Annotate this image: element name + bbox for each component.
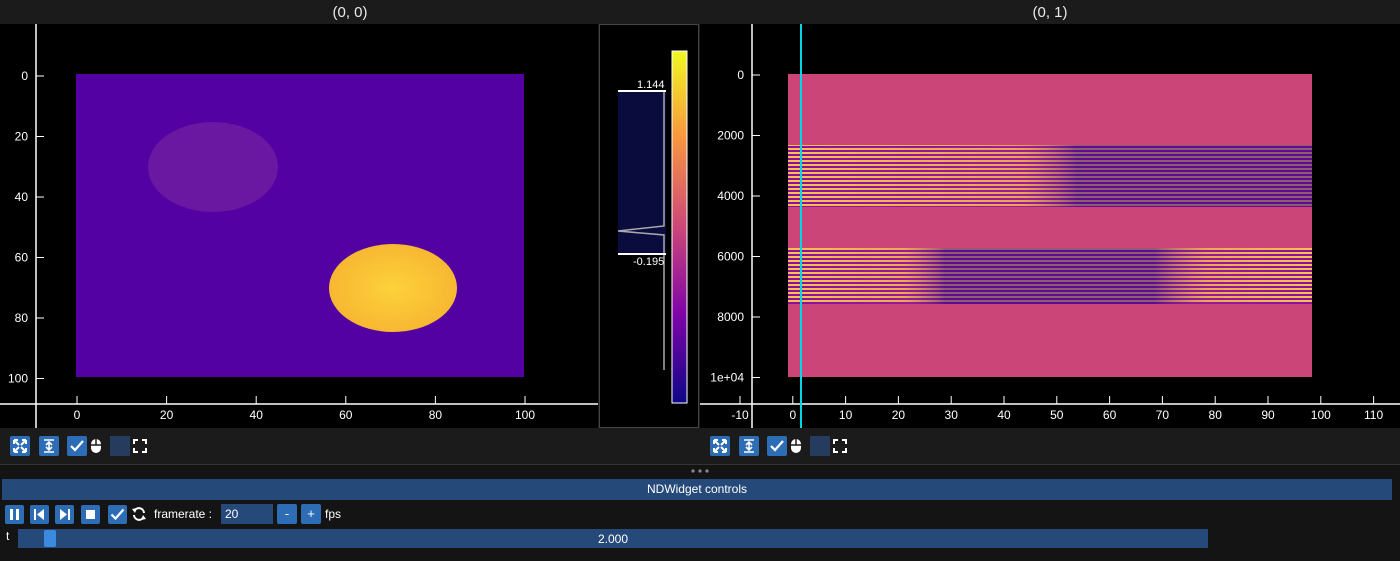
y-tick-right: 8000 — [717, 310, 744, 324]
image-left — [76, 74, 524, 377]
y-tick-right: 1e+04 — [710, 371, 744, 385]
mouse-icon — [791, 439, 801, 453]
plot-area-left[interactable]: 0 20 40 60 80 100 0 20 40 60 80 100 — [0, 24, 598, 428]
plot-left-svg: 0 20 40 60 80 100 0 20 40 60 80 100 — [0, 24, 598, 428]
image-right — [788, 74, 1312, 377]
loop-icon — [132, 507, 146, 521]
pause-button[interactable] — [5, 505, 24, 524]
checkbox-checked-icon — [770, 440, 784, 452]
x-tick-left: 80 — [429, 408, 443, 422]
step-back-icon — [34, 509, 44, 520]
histogram-panel[interactable]: 1.144 -0.195 — [599, 24, 699, 428]
mouse-icon — [91, 439, 101, 453]
plot-title-left: (0, 0) — [332, 4, 368, 21]
controller-toggle-checkbox-right[interactable] — [767, 436, 787, 456]
maximize-icon[interactable] — [833, 439, 847, 453]
y-tick-left: 20 — [15, 130, 29, 144]
x-tick-right: 40 — [997, 408, 1011, 422]
checkbox-checked-icon — [70, 440, 84, 452]
toolbar-empty-box-right[interactable] — [810, 436, 830, 456]
checkbox-checked-icon — [110, 508, 125, 521]
stop-icon — [86, 510, 95, 519]
step-forward-button[interactable] — [55, 505, 74, 524]
y-tick-right: 6000 — [717, 250, 744, 264]
toolbar-empty-box[interactable] — [110, 436, 130, 456]
x-tick-left: 40 — [250, 408, 264, 422]
histogram-max-label: 1.144 — [637, 79, 665, 91]
slider-name-label: t — [6, 529, 10, 543]
fit-view-icon — [13, 439, 27, 453]
histogram-min-label: -0.195 — [633, 256, 664, 268]
framerate-input[interactable] — [221, 504, 273, 524]
colorbar[interactable] — [671, 50, 688, 404]
x-tick-left: 20 — [160, 408, 174, 422]
y-tick-left: 80 — [15, 311, 29, 325]
x-tick-right: -10 — [731, 408, 749, 422]
x-tick-right: 90 — [1261, 408, 1275, 422]
y-tick-left: 60 — [15, 251, 29, 265]
t-slider-value: 2.000 — [597, 532, 629, 546]
center-icon — [744, 439, 754, 453]
x-tick-right: 100 — [1311, 408, 1331, 422]
controls-header[interactable]: NDWidget controls — [2, 479, 1392, 500]
maximize-icon[interactable] — [133, 439, 147, 453]
x-tick-left: 100 — [515, 408, 535, 422]
framerate-label: framerate : — [154, 507, 213, 521]
center-button-right[interactable] — [739, 436, 759, 456]
y-tick-right: 4000 — [717, 189, 744, 203]
fit-view-button[interactable] — [10, 436, 30, 456]
stripe-band-lower-shade — [788, 248, 1312, 304]
x-tick-right: 50 — [1050, 408, 1064, 422]
x-tick-right: 70 — [1156, 408, 1170, 422]
x-tick-right: 10 — [839, 408, 853, 422]
step-back-button[interactable] — [30, 505, 49, 524]
y-tick-left: 40 — [15, 190, 29, 204]
plot-right-svg: -10 0 10 20 30 40 50 60 70 80 90 100 110 0 2000 4000 60… — [700, 24, 1400, 428]
center-button[interactable] — [39, 436, 59, 456]
x-tick-right: 0 — [789, 408, 796, 422]
x-tick-left: 60 — [339, 408, 353, 422]
fit-view-button-right[interactable] — [710, 436, 730, 456]
y-tick-left: 100 — [8, 372, 28, 386]
framerate-increment-button[interactable]: + — [301, 504, 321, 524]
fit-view-icon — [713, 439, 727, 453]
pause-icon — [10, 509, 19, 520]
stop-button[interactable] — [81, 505, 100, 524]
y-tick-right: 0 — [737, 68, 744, 82]
x-tick-left: 0 — [74, 408, 81, 422]
y-tick-left: 0 — [21, 69, 28, 83]
y-tick-right: 2000 — [717, 129, 744, 143]
x-tick-right: 20 — [892, 408, 906, 422]
blob-purple — [148, 122, 278, 212]
drag-handle-icon[interactable] — [690, 467, 710, 475]
plot-title-right: (0, 1) — [1032, 4, 1068, 21]
loop-checkbox[interactable] — [108, 505, 127, 524]
step-forward-icon — [60, 509, 70, 520]
x-tick-right: 80 — [1209, 408, 1223, 422]
plot-area-right[interactable]: -10 0 10 20 30 40 50 60 70 80 90 100 110 0 2000 4000 60… — [700, 24, 1400, 428]
controller-toggle-checkbox[interactable] — [67, 436, 87, 456]
stripe-band-upper-shade — [788, 145, 1312, 207]
framerate-decrement-button[interactable]: - — [277, 504, 297, 524]
x-tick-right: 110 — [1364, 408, 1383, 422]
fps-label: fps — [325, 507, 342, 521]
x-tick-right: 30 — [945, 408, 959, 422]
blob-yellow — [329, 244, 457, 332]
x-tick-right: 60 — [1103, 408, 1117, 422]
histogram-svg: 1.144 -0.195 — [617, 50, 688, 404]
center-icon — [44, 439, 54, 453]
